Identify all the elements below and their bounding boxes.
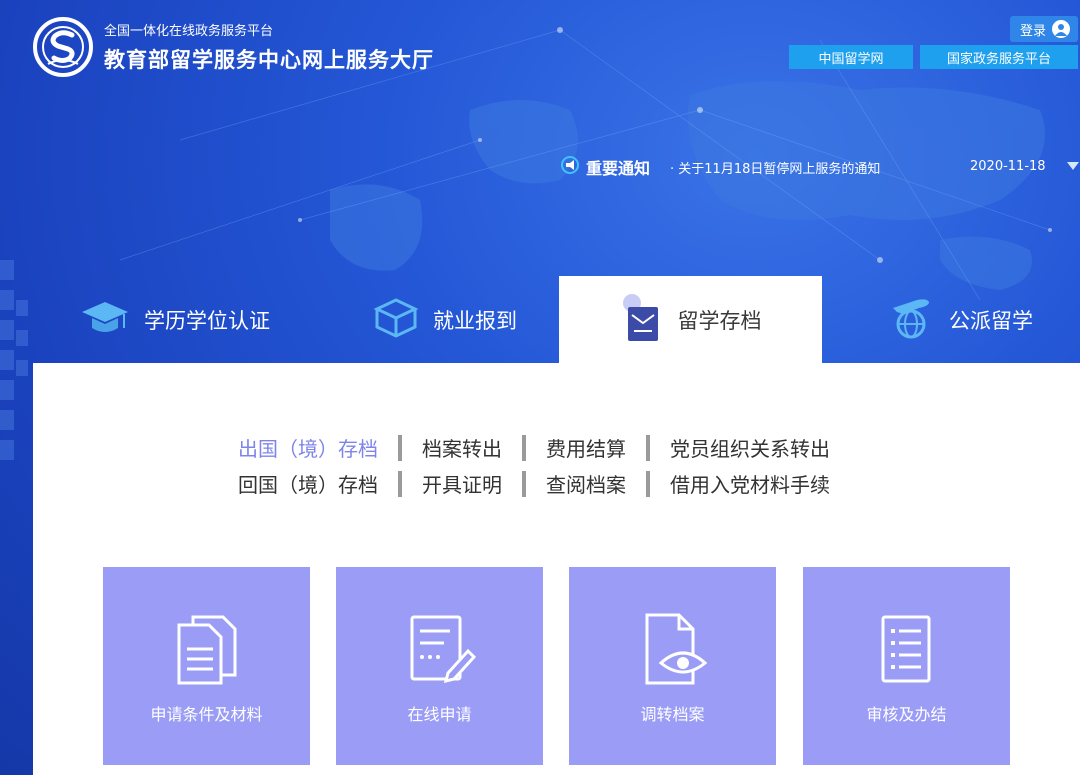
link-national-gov-platform[interactable]: 国家政务服务平台 [920,45,1078,69]
step-transfer-archive[interactable]: 调转档案 [569,567,776,765]
subnav-party-relation-transfer[interactable]: 党员组织关系转出 [670,433,830,462]
tab-study-abroad-archive[interactable]: 留学存档 [559,276,822,363]
platform-title: 教育部留学服务中心网上服务大厅 [104,48,434,72]
subnav-fee-settlement[interactable]: 费用结算 [546,433,626,462]
documents-icon [171,611,243,687]
site-logo[interactable] [32,16,94,78]
step-label: 审核及办结 [866,705,947,724]
tab-label: 学历学位认证 [144,308,270,333]
megaphone-icon [560,155,580,179]
divider [646,470,650,497]
divider [522,434,526,461]
tab-label: 公派留学 [949,308,1033,333]
step-label: 调转档案 [640,705,705,724]
file-view-icon [637,611,709,687]
form-edit-icon [404,611,477,687]
platform-subtitle: 全国一体化在线政务服务平台 [104,24,274,39]
divider [398,470,402,497]
plane-globe-icon [887,294,935,346]
step-arrow [310,651,322,679]
step-label: 申请条件及材料 [150,705,263,724]
divider [398,434,402,461]
step-arrow [776,651,788,679]
step-requirements[interactable]: 申请条件及材料 [103,567,310,765]
tab-label: 就业报到 [433,308,517,333]
user-icon [1052,20,1071,38]
login-button[interactable]: 登录 [1010,16,1078,42]
step-arrow [543,651,555,679]
subnav-row-1: 出国（境）存档 档案转出 费用结算 党员组织关系转出 [238,433,830,462]
divider [522,470,526,497]
divider [646,434,650,461]
step-review-complete[interactable]: 审核及办结 [803,567,1010,765]
tab-degree-certification[interactable]: 学历学位认证 [60,276,290,363]
login-label: 登录 [1020,23,1047,39]
notice-date: 2020-11-18 [970,159,1046,174]
tab-label: 留学存档 [677,308,762,333]
tab-employment-registration[interactable]: 就业报到 [345,276,545,363]
content-panel: 出国（境）存档 档案转出 费用结算 党员组织关系转出 回国（境）存档 开具证明 … [33,363,1080,775]
subnav-outbound-archive[interactable]: 出国（境）存档 [238,433,378,462]
notice-label: 重要通知 [586,159,651,178]
notice-text[interactable]: · 关于11月18日暂停网上服务的通知 [670,158,880,177]
cube-icon [373,297,419,343]
step-label: 在线申请 [407,705,472,724]
subnav-row-2: 回国（境）存档 开具证明 查阅档案 借用入党材料手续 [238,469,830,498]
graduation-cap-icon [80,298,130,342]
subnav-borrow-party-materials[interactable]: 借用入党材料手续 [670,469,830,498]
checklist-icon [871,611,943,687]
subnav-archive-transfer-out[interactable]: 档案转出 [422,433,502,462]
subnav-return-archive[interactable]: 回国（境）存档 [238,469,378,498]
notice-bar[interactable]: 重要通知 · 关于11月18日暂停网上服务的通知 [560,155,880,179]
archive-envelope-icon [620,293,664,347]
step-online-application[interactable]: 在线申请 [336,567,543,765]
link-china-study-abroad[interactable]: 中国留学网 [789,45,913,69]
subnav-view-archive[interactable]: 查阅档案 [546,469,626,498]
tab-public-study-abroad[interactable]: 公派留学 [870,276,1050,363]
subnav-issue-certificate[interactable]: 开具证明 [422,469,502,498]
chevron-down-icon[interactable] [1067,162,1079,170]
